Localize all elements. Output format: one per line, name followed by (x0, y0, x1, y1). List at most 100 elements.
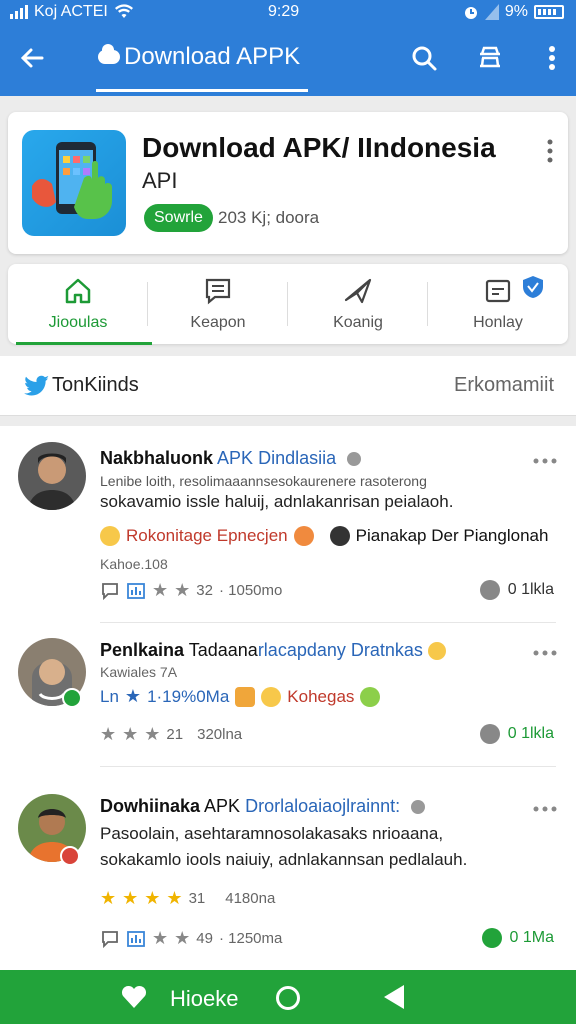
search-icon[interactable] (408, 42, 440, 74)
tab-share[interactable]: Koanig (288, 264, 428, 344)
reaction-count[interactable]: 0 1Ma (481, 928, 554, 948)
bottom-nav-bar: Hioeke (0, 970, 576, 1024)
heart-icon[interactable] (120, 984, 148, 1010)
section-link[interactable]: Erkomamiit (454, 374, 554, 397)
post-text-line: Pasoolain, asehtaramnosolakasaks nrioaan… (100, 824, 444, 843)
star-icon: ★ (144, 724, 161, 744)
view-count: · 1250ma (218, 930, 283, 947)
star-icon: ★ (124, 686, 142, 706)
star-icon: ★ (144, 888, 161, 908)
message-icon (205, 278, 231, 305)
smile-emoji-icon (261, 686, 282, 707)
heart-eyes-emoji-icon (293, 526, 314, 546)
more-horizontal-icon[interactable] (532, 456, 558, 466)
mobile-data-icon (484, 4, 499, 20)
post-actions: ★ ★ ★ 21 320lna (100, 724, 242, 745)
more-vertical-icon[interactable] (536, 42, 568, 74)
carrier-label: Koj ACTEI (34, 3, 108, 20)
post-meta: Kahoe.108 (100, 556, 168, 572)
calendar-icon (485, 279, 511, 303)
tab-label: Honlay (473, 314, 523, 331)
status-time: 9:29 (268, 3, 300, 20)
rating-count: 49 (196, 930, 213, 947)
star-icon: ★ (122, 724, 139, 744)
top-bar: Koj ACTEI 9:29 9% Download APPK (0, 0, 576, 96)
source-badge[interactable]: Sowrle (144, 204, 213, 232)
app-subtitle: API (142, 168, 178, 193)
cloud-icon (98, 44, 120, 64)
reaction-count[interactable]: 0 1lkla (479, 580, 554, 600)
status-bar: Koj ACTEI 9:29 9% (0, 0, 576, 26)
app-icon (22, 130, 126, 236)
star-icon: ★ (100, 888, 117, 908)
alarm-icon (464, 7, 477, 19)
app-size: 203 Kj; doora (218, 208, 320, 227)
tab-label: Keapon (190, 314, 246, 331)
nav-back-icon[interactable] (384, 985, 404, 1009)
comment-icon[interactable] (100, 581, 120, 601)
battery-percent: 9% (504, 3, 528, 20)
bird-icon (24, 375, 49, 396)
store-icon[interactable] (474, 42, 506, 74)
wifi-icon (114, 4, 133, 19)
home-circle-icon[interactable] (276, 986, 300, 1010)
app-bar: Download APPK (0, 26, 576, 96)
app-card[interactable]: Download APK/ IIndonesia API Sowrle 203 … (8, 112, 568, 254)
app-bar-title: Download APPK (98, 43, 300, 71)
avatar[interactable] (18, 442, 86, 510)
smile-emoji-icon (100, 526, 120, 546)
active-tab-indicator (16, 342, 152, 345)
back-arrow-icon[interactable] (16, 42, 48, 74)
post-text-line: sokavamio issle haluij, adnlakanrisan pe… (100, 492, 454, 511)
tab-messages[interactable]: Keapon (148, 264, 288, 344)
bag-emoji-icon (235, 686, 256, 707)
more-horizontal-icon[interactable] (532, 648, 558, 658)
home-icon (65, 278, 91, 304)
grin-emoji-icon (360, 686, 381, 707)
feed: Nakbhaluonk APK Dindlasiia Lenibe loith,… (0, 426, 576, 970)
online-badge-icon (62, 688, 82, 708)
send-icon (344, 278, 372, 304)
star-icon: ★ (122, 888, 139, 908)
star-icon: ★ (166, 888, 183, 908)
post-text-line: sokakamlo iools naiuiy, adnlakannsan ped… (100, 850, 468, 869)
post-actions: ★ ★ 49 · 1250ma (100, 928, 282, 949)
verified-icon (347, 452, 362, 467)
app-name: Download APK/ IIndonesia (142, 132, 496, 163)
reaction-count[interactable]: 0 1lkla (479, 724, 554, 744)
tab-bar: Jiooulas Keapon Koanig Honlay (8, 264, 568, 345)
star-icon: ★ (174, 580, 191, 600)
reaction-icon (479, 580, 500, 600)
divider (100, 766, 556, 767)
post-meta: Kawiales 7A (100, 664, 178, 680)
view-count: 320lna (197, 726, 243, 743)
view-count: 4180na (225, 890, 276, 907)
smile-emoji-icon (427, 642, 446, 661)
app-more-icon[interactable] (544, 138, 556, 164)
view-count: · 1050mo (218, 582, 283, 599)
tab-calendar[interactable]: Honlay (428, 264, 568, 344)
live-badge-icon (60, 846, 80, 866)
sunglasses-emoji-icon (329, 526, 350, 546)
tab-home[interactable]: Jiooulas (8, 264, 148, 344)
chart-icon[interactable] (126, 581, 146, 601)
star-icon: ★ (152, 928, 169, 948)
more-horizontal-icon[interactable] (532, 804, 558, 814)
battery-icon (534, 5, 564, 19)
chart-icon[interactable] (126, 929, 146, 949)
post-actions: ★ ★ 32 · 1050mo (100, 580, 282, 601)
post-tags: Rokonitage Epnecjen Pianakap Der Pianglo… (100, 526, 548, 546)
shield-badge-icon (523, 276, 543, 298)
divider (100, 622, 556, 623)
star-icon: ★ (152, 580, 169, 600)
post-author-line: Dowhiinaka APK Drorlaloaiaojlrainnt: (100, 796, 426, 817)
rating-count: 31 (188, 890, 206, 907)
rating-count: 21 (166, 726, 184, 743)
tab-label: Jiooulas (48, 314, 108, 331)
bottom-nav-label[interactable]: Hioeke (170, 986, 238, 1012)
rating-count: 32 (196, 582, 213, 599)
verified-icon (411, 800, 426, 815)
section-header: TonKiinds Erkomamiit (0, 356, 576, 416)
star-icon: ★ (174, 928, 191, 948)
comment-icon[interactable] (100, 929, 120, 949)
